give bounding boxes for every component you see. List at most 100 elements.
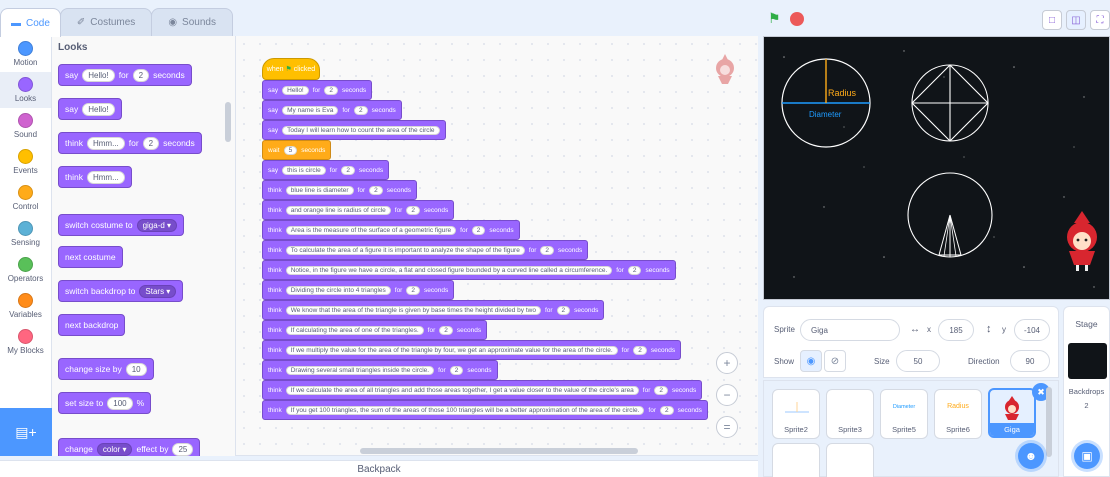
message-input[interactable]: We know that the area of the triangle is…	[285, 305, 541, 315]
message-input[interactable]: My name is Eva	[282, 105, 339, 115]
costume-dropdown[interactable]: giga-d ▾	[136, 218, 178, 232]
category-operators[interactable]: Operators	[0, 252, 51, 288]
effect-dropdown[interactable]: color ▾	[96, 442, 133, 456]
seconds-input[interactable]: 5	[283, 145, 298, 155]
size-input[interactable]: 100	[107, 396, 133, 410]
category-sensing[interactable]: Sensing	[0, 216, 51, 252]
seconds-input[interactable]: 2	[449, 365, 464, 375]
workspace-scrollbar[interactable]	[360, 448, 638, 454]
message-input[interactable]: If we calculate the area of all triangle…	[285, 385, 639, 395]
seconds-input[interactable]: 2	[406, 205, 420, 215]
zoom-reset-button[interactable]: =	[716, 416, 738, 438]
tab-sounds[interactable]: ◉ Sounds	[151, 8, 233, 36]
message-input[interactable]: Drawing several small triangles inside t…	[285, 365, 435, 375]
seconds-input[interactable]: 2	[341, 165, 355, 175]
block-say-for-seconds[interactable]: say Hello! for 2 seconds	[58, 64, 192, 86]
category-variables[interactable]: Variables	[0, 288, 51, 324]
show-visible-button[interactable]: ◉	[800, 350, 822, 372]
seconds-input[interactable]: 2	[406, 285, 420, 295]
message-input[interactable]: this is circle	[282, 165, 326, 175]
green-flag-button[interactable]: ⚑	[768, 10, 781, 27]
seconds-input[interactable]: 2	[439, 325, 453, 335]
think-block[interactable]: think Area is the measure of the surface …	[262, 220, 520, 240]
small-stage-button[interactable]: □	[1042, 10, 1062, 30]
category-my-blocks[interactable]: My Blocks	[0, 324, 51, 360]
tab-code[interactable]: ▬ Code	[0, 8, 61, 37]
message-input[interactable]: Hello!	[282, 85, 309, 95]
think-block[interactable]: think and orange line is radius of circle…	[262, 200, 455, 220]
message-input[interactable]: Dividing the circle into 4 triangles	[285, 285, 391, 295]
message-input[interactable]: Hello!	[82, 102, 115, 116]
palette-scrollbar[interactable]	[225, 102, 231, 142]
seconds-input[interactable]: 2	[633, 345, 647, 355]
sprite-card-giga[interactable]: Giga	[988, 388, 1036, 438]
effect-input[interactable]: 25	[172, 442, 194, 456]
choose-backdrop-button[interactable]: ▣	[1074, 443, 1100, 469]
think-block[interactable]: think Dividing the circle into 4 triangle…	[262, 280, 455, 300]
sprite-card-sprite2[interactable]: Sprite2	[772, 389, 820, 439]
seconds-input[interactable]: 2	[660, 405, 674, 415]
say-block[interactable]: say Today I will learn how to count the a…	[262, 120, 446, 140]
seconds-input[interactable]: 2	[471, 225, 486, 235]
category-looks[interactable]: Looks	[0, 72, 51, 108]
think-block[interactable]: think We know that the area of the triang…	[262, 300, 605, 320]
size-input[interactable]: 10	[125, 362, 147, 376]
block-think[interactable]: think Hmm...	[58, 166, 132, 188]
message-input[interactable]: Hello!	[82, 68, 115, 82]
giga-sprite[interactable]	[1067, 211, 1097, 271]
think-block[interactable]: think If you get 100 triangles, the sum o…	[262, 400, 708, 420]
seconds-input[interactable]: 2	[654, 385, 669, 395]
seconds-input[interactable]: 2	[142, 136, 160, 150]
category-motion[interactable]: Motion	[0, 36, 51, 72]
sprite-list-scrollbar[interactable]	[1046, 387, 1052, 457]
category-control[interactable]: Control	[0, 180, 51, 216]
add-extension-button[interactable]: ▤+	[0, 408, 52, 456]
zoom-out-button[interactable]: −	[716, 384, 738, 406]
seconds-input[interactable]: 2	[324, 85, 338, 95]
large-stage-button[interactable]: ◫	[1066, 10, 1086, 30]
stop-button[interactable]	[790, 12, 804, 26]
block-change-effect[interactable]: change color ▾ effect by 25	[58, 438, 201, 456]
seconds-input[interactable]: 2	[132, 68, 150, 82]
message-input[interactable]: Hmm...	[86, 136, 125, 150]
message-input[interactable]: If we multiply the value for the area of…	[285, 345, 618, 355]
stage-canvas[interactable]: Radius Diameter	[763, 36, 1110, 300]
think-block[interactable]: think Notice, in the figure we have a cir…	[262, 260, 676, 280]
tab-costumes[interactable]: ✐ Costumes	[59, 8, 153, 36]
category-events[interactable]: Events	[0, 144, 51, 180]
say-block[interactable]: say this is circle for 2 seconds	[262, 160, 390, 180]
message-input[interactable]: Area is the measure of the surface of a …	[285, 225, 457, 235]
backpack[interactable]: Backpack	[0, 460, 758, 477]
sprite-name-input[interactable]: Giga	[800, 319, 900, 341]
choose-sprite-button[interactable]: ☻	[1018, 443, 1044, 469]
block-think-for-seconds[interactable]: think Hmm... for 2 seconds	[58, 132, 202, 154]
block-say[interactable]: say Hello!	[58, 98, 122, 120]
block-next-backdrop[interactable]: next backdrop	[58, 314, 126, 336]
fullscreen-button[interactable]: ⛶	[1090, 10, 1110, 30]
seconds-input[interactable]: 2	[556, 305, 571, 315]
seconds-input[interactable]: 2	[369, 185, 383, 195]
block-switch-costume[interactable]: switch costume to giga-d ▾	[58, 214, 185, 236]
seconds-input[interactable]: 2	[540, 245, 555, 255]
sprite-card-sprite3[interactable]: Sprite3	[826, 389, 874, 439]
message-input[interactable]: Notice, in the figure we have a circle, …	[285, 265, 613, 275]
stage-selector-panel[interactable]: Stage Backdrops 2 ▣	[1063, 306, 1110, 477]
block-next-costume[interactable]: next costume	[58, 246, 123, 268]
say-block[interactable]: say Hello! for 2 seconds	[262, 80, 373, 100]
think-block[interactable]: think If we multiply the value for the ar…	[262, 340, 682, 360]
think-block[interactable]: think If we calculate the area of all tri…	[262, 380, 703, 400]
message-input[interactable]: Today I will learn how to count the area…	[282, 125, 440, 135]
sprite-card-sprite5[interactable]: Diameter Sprite5	[880, 389, 928, 439]
direction-input[interactable]: 90	[1010, 350, 1050, 372]
think-block[interactable]: think To calculate the area of a figure i…	[262, 240, 589, 260]
think-block[interactable]: think If calculating the area of one of t…	[262, 320, 488, 340]
message-input[interactable]: and orange line is radius of circle	[285, 205, 391, 215]
message-input[interactable]: If calculating the area of one of the tr…	[285, 325, 424, 335]
say-block[interactable]: say My name is Eva for 2 seconds	[262, 100, 402, 120]
think-block[interactable]: think blue line is diameter for 2 seconds	[262, 180, 417, 200]
message-input[interactable]: To calculate the area of a figure it is …	[285, 245, 525, 255]
zoom-in-button[interactable]: +	[716, 352, 738, 374]
wait-block[interactable]: wait 5 seconds	[262, 140, 332, 160]
block-switch-backdrop[interactable]: switch backdrop to Stars ▾	[58, 280, 184, 302]
x-input[interactable]: 185	[938, 319, 974, 341]
